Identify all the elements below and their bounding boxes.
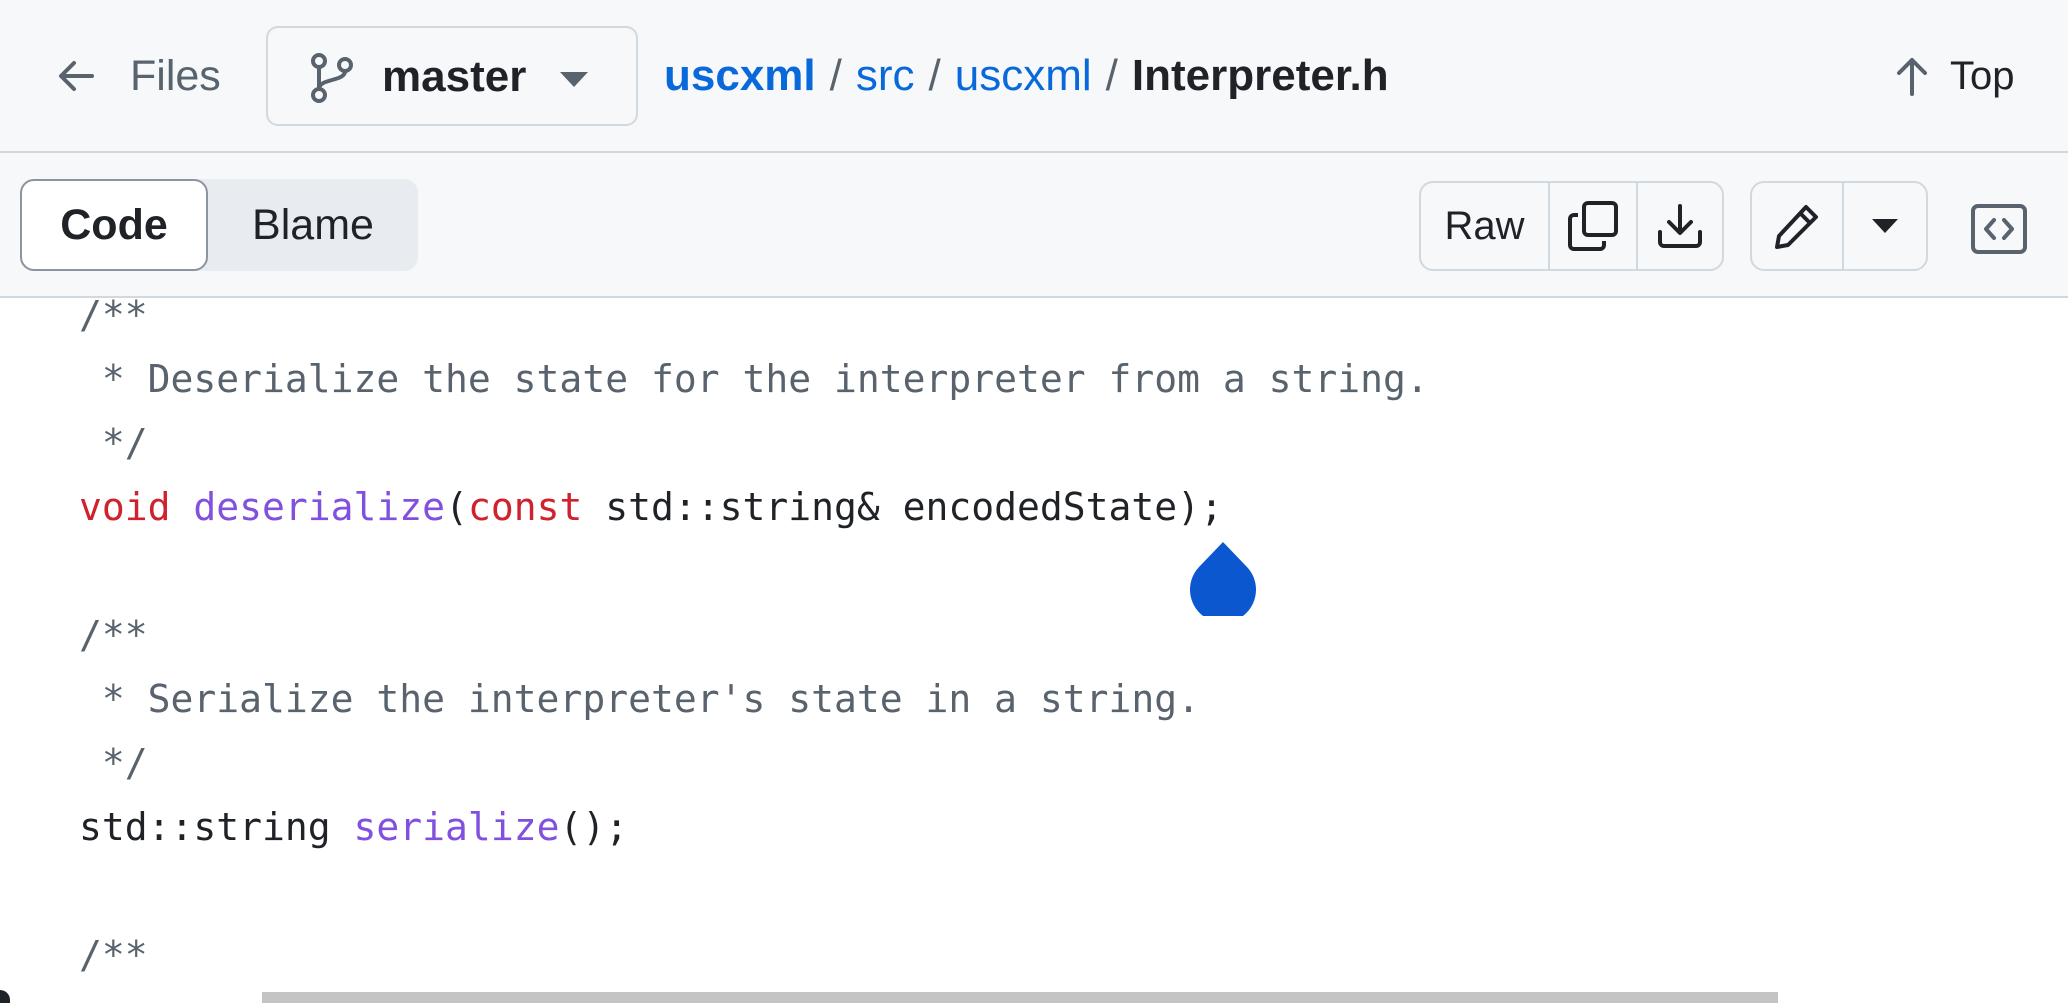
- code-token: std::string: [79, 805, 354, 849]
- code-token: * Deserialize the state for the interpre…: [79, 357, 1429, 401]
- breadcrumb-uscxml-link[interactable]: uscxml: [955, 51, 1092, 100]
- file-actions-group: Raw: [1419, 181, 1724, 271]
- tab-blame[interactable]: Blame: [208, 179, 418, 271]
- breadcrumb-current-file: Interpreter.h: [1131, 51, 1389, 100]
- code-token: const: [467, 485, 583, 529]
- code-line: /**: [79, 298, 148, 347]
- branch-selector-button[interactable]: master: [266, 26, 638, 126]
- pencil-icon: [1775, 205, 1818, 249]
- text-cursor-handle-icon[interactable]: [1190, 540, 1256, 616]
- code-line: void deserialize(const std::string& enco…: [79, 475, 1223, 539]
- code-token: void: [79, 485, 171, 529]
- scrollbar-thumb[interactable]: [262, 992, 1778, 1003]
- breadcrumb-repo-link[interactable]: uscxml: [664, 51, 816, 100]
- code-token: */: [79, 741, 148, 785]
- breadcrumb-separator: /: [928, 51, 941, 100]
- code-line: * Deserialize the state for the interpre…: [79, 347, 1429, 411]
- breadcrumb-separator: /: [1105, 51, 1118, 100]
- code-token: (: [445, 485, 468, 529]
- code-token: * Serialize the interpreter's state in a…: [79, 677, 1201, 721]
- back-to-top-button[interactable]: Top: [1892, 50, 2052, 102]
- code-line: */: [79, 731, 148, 795]
- code-line: * Serialize the interpreter's state in a…: [79, 667, 1200, 731]
- code-view: /** * Deserialize the state for the inte…: [0, 298, 2068, 1003]
- code-token: std::string& encodedState);: [582, 485, 1223, 529]
- breadcrumb-separator: /: [829, 51, 842, 100]
- code-line: /**: [79, 923, 148, 987]
- breadcrumb: uscxml / src / uscxml / Interpreter.h: [664, 46, 1389, 106]
- breadcrumb-src-link[interactable]: src: [856, 51, 915, 100]
- tab-code[interactable]: Code: [20, 179, 208, 271]
- code-token: */: [79, 421, 148, 465]
- code-line: /**: [79, 603, 148, 667]
- file-header: Files master uscxml / src / uscxml / Interpret…: [0, 0, 2068, 153]
- code-token: /**: [79, 298, 148, 337]
- chevron-down-icon: [560, 72, 588, 87]
- copy-button[interactable]: [1548, 183, 1636, 269]
- code-token: /**: [79, 933, 148, 977]
- arrow-left-icon[interactable]: [52, 52, 100, 100]
- code-token: serialize: [353, 805, 560, 849]
- raw-button[interactable]: Raw: [1421, 183, 1548, 269]
- edit-file-button[interactable]: [1752, 183, 1842, 269]
- arrow-up-icon: [1897, 58, 1927, 96]
- files-link[interactable]: Files: [130, 50, 221, 102]
- download-button[interactable]: [1636, 183, 1722, 269]
- code-token: /**: [79, 613, 148, 657]
- view-mode-segmented-control: Code Blame: [20, 179, 418, 271]
- file-toolbar: Code Blame Raw: [0, 153, 2068, 298]
- branch-name: master: [382, 52, 527, 101]
- code-token: ();: [559, 805, 629, 849]
- chevron-down-icon: [1872, 219, 1898, 233]
- download-icon: [1658, 204, 1702, 248]
- code-line: */: [79, 411, 148, 475]
- copy-icon: [1568, 201, 1618, 251]
- more-edit-options-button[interactable]: [1842, 183, 1926, 269]
- top-label: Top: [1950, 54, 2015, 98]
- code-symbols-icon[interactable]: [1970, 203, 2028, 255]
- code-line: std::string serialize();: [79, 795, 628, 859]
- git-branch-icon: [311, 53, 353, 103]
- code-token: deserialize: [193, 485, 446, 529]
- edit-actions-group: [1750, 181, 1928, 271]
